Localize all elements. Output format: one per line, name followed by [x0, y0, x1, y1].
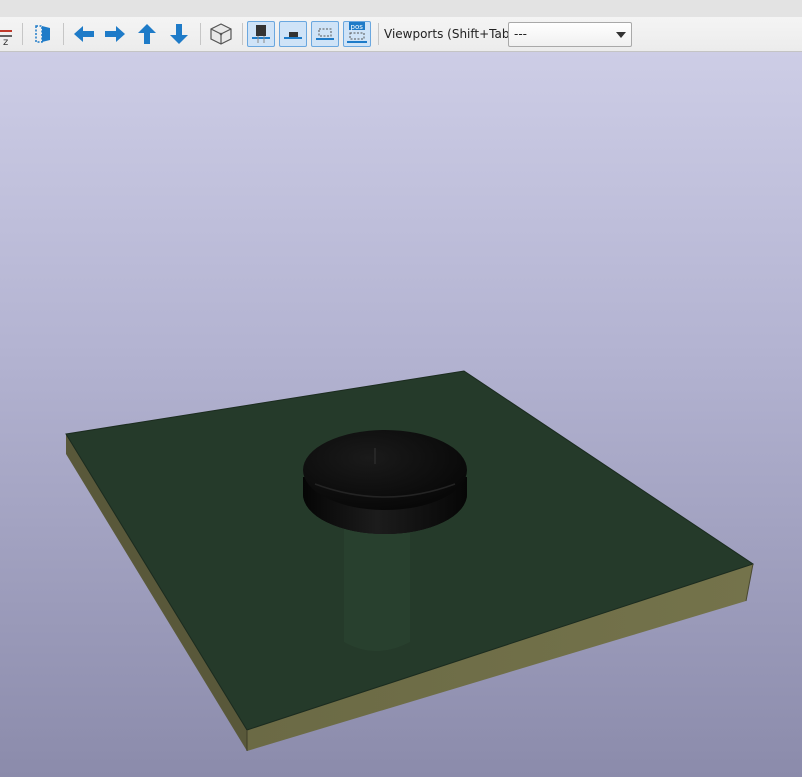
toolbar-separator: [378, 23, 379, 45]
toolbar-separator: [63, 23, 64, 45]
3d-viewport[interactable]: [0, 52, 802, 777]
window-top-strip: [0, 0, 802, 18]
toolbar-separator: [22, 23, 23, 45]
arrow-down-icon[interactable]: [165, 21, 193, 47]
tht-components-icon[interactable]: [247, 21, 275, 47]
render-view-icon[interactable]: [29, 21, 57, 47]
chevron-down-icon: [616, 32, 626, 38]
axis-z-label: z: [3, 37, 8, 47]
pos-badge-label: pos: [351, 23, 364, 31]
flip-icon[interactable]: z: [0, 21, 14, 47]
toolbar-separator: [242, 23, 243, 45]
app-window: z pos Viewports (Shift+Tab): ---: [0, 0, 802, 777]
virtual-components-icon[interactable]: [311, 21, 339, 47]
arrow-up-icon[interactable]: [133, 21, 161, 47]
arrow-right-icon[interactable]: [101, 21, 129, 47]
box-3d-icon[interactable]: [207, 21, 235, 47]
viewports-label: Viewports (Shift+Tab):: [384, 27, 519, 41]
main-toolbar: z pos Viewports (Shift+Tab): ---: [0, 17, 802, 52]
toolbar-separator: [200, 23, 201, 45]
arrow-left-icon[interactable]: [70, 21, 98, 47]
not-in-pos-icon[interactable]: pos: [343, 21, 371, 47]
smd-components-icon[interactable]: [279, 21, 307, 47]
viewports-select[interactable]: ---: [508, 22, 632, 47]
viewports-select-value: ---: [514, 27, 527, 41]
